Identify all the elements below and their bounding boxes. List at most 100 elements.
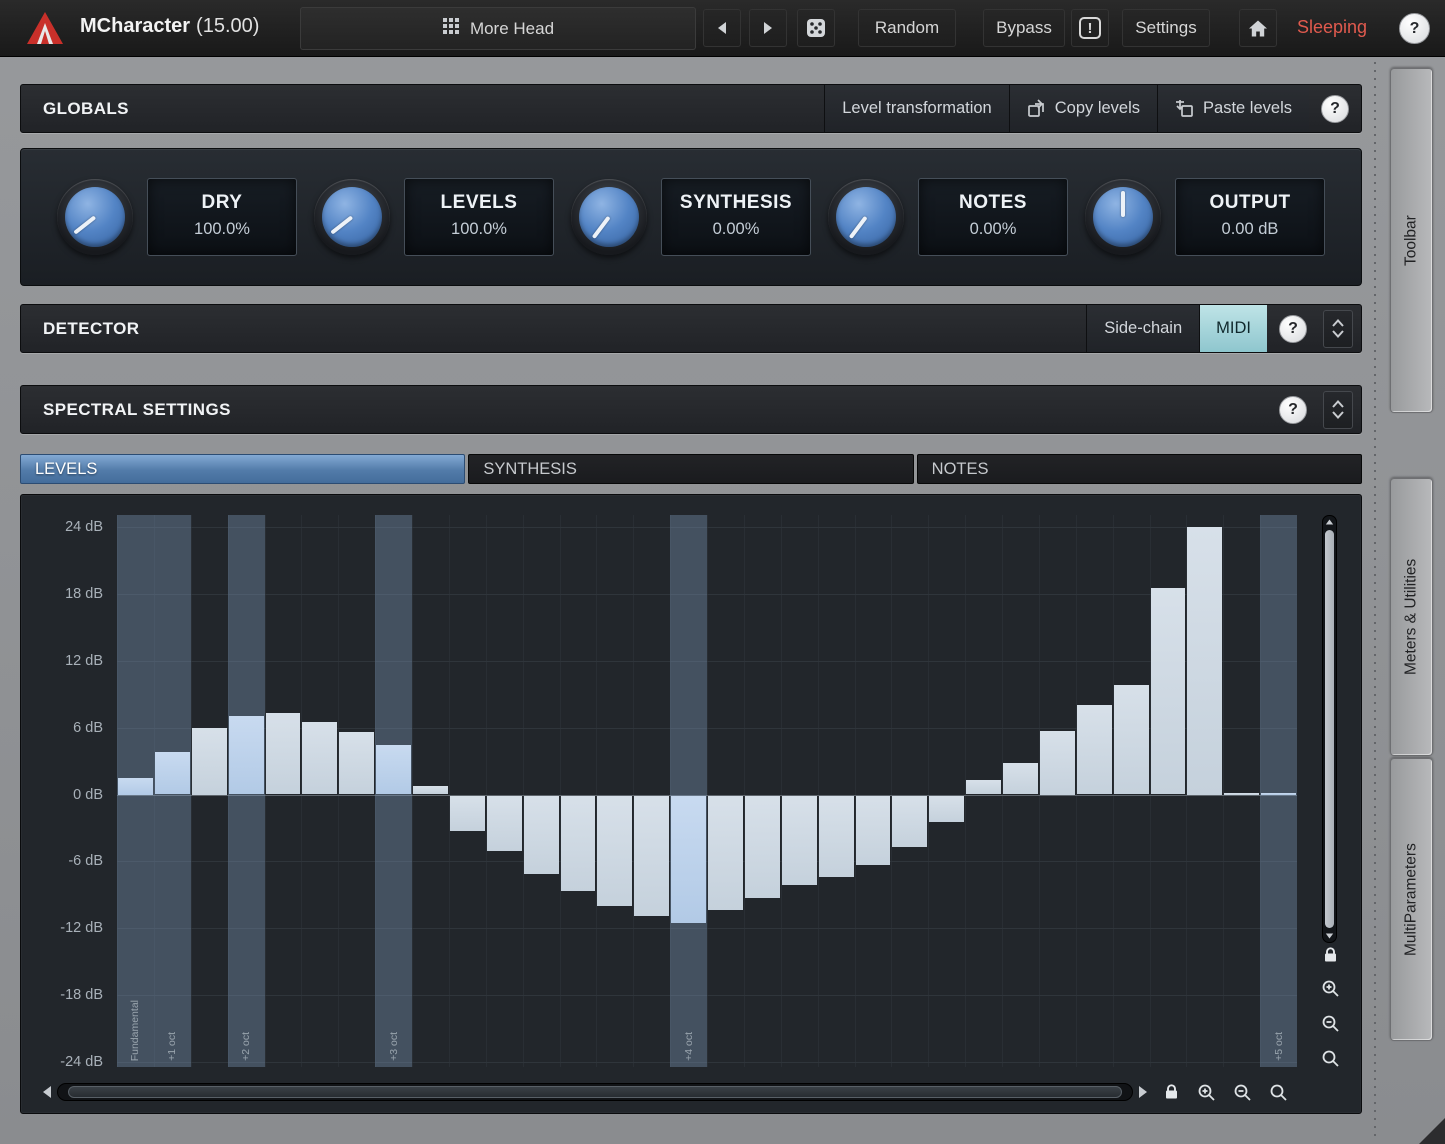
y-lock-icon[interactable]: [1322, 947, 1339, 963]
harmonic-level-bar[interactable]: [929, 796, 964, 823]
value-screen[interactable]: SYNTHESIS 0.00%: [661, 178, 811, 256]
value-screen[interactable]: DRY 100.0%: [147, 178, 297, 256]
y-zoom-out-icon[interactable]: [1321, 1014, 1340, 1033]
harmonic-level-bar[interactable]: [1261, 793, 1296, 795]
chevron-down-icon: [1331, 330, 1345, 338]
level-transformation-button[interactable]: Level transformation: [824, 85, 1009, 132]
harmonic-level-bar[interactable]: [229, 716, 264, 794]
random-button[interactable]: Random: [858, 9, 956, 47]
y-tick-label: 24 dB: [23, 519, 103, 535]
midi-button[interactable]: MIDI: [1199, 305, 1267, 352]
tab-levels[interactable]: LEVELS: [20, 454, 465, 484]
knob[interactable]: [1085, 179, 1161, 255]
detector-collapse-button[interactable]: [1323, 310, 1353, 348]
harmonic-level-bar[interactable]: [892, 796, 927, 847]
harmonic-level-bar[interactable]: [634, 796, 669, 916]
side-chain-button[interactable]: Side-chain: [1086, 305, 1199, 352]
harmonic-level-bar[interactable]: [413, 786, 448, 795]
harmonic-level-bar[interactable]: [450, 796, 485, 832]
bypass-button[interactable]: Bypass: [983, 9, 1065, 47]
grid-line-v: [781, 515, 782, 1067]
grid-line-h: [117, 594, 1297, 595]
harmonic-level-bar[interactable]: [192, 728, 227, 795]
harmonic-level-bar[interactable]: [376, 745, 411, 794]
detector-help-button[interactable]: ?: [1279, 315, 1307, 343]
vertical-scrollbar[interactable]: [1322, 515, 1337, 943]
randomize-dice-button[interactable]: [797, 9, 835, 47]
x-lock-icon[interactable]: [1163, 1084, 1180, 1100]
arrow-left-icon: [715, 20, 729, 36]
y-zoom-reset-icon[interactable]: [1321, 1049, 1340, 1068]
harmonic-level-bar[interactable]: [782, 796, 817, 885]
harmonic-level-bar[interactable]: [819, 796, 854, 877]
x-zoom-in-icon[interactable]: [1197, 1083, 1216, 1102]
harmonic-level-bar[interactable]: [1187, 527, 1222, 795]
sidebar-multiparameters-button[interactable]: MultiParameters: [1390, 758, 1433, 1041]
spectral-collapse-button[interactable]: [1323, 391, 1353, 429]
sleeping-status[interactable]: Sleeping: [1297, 17, 1367, 38]
scroll-right-icon[interactable]: [1137, 1084, 1149, 1100]
knob[interactable]: [314, 179, 390, 255]
y-tick-label: 0 dB: [23, 787, 103, 803]
harmonic-level-bar[interactable]: [745, 796, 780, 899]
previous-preset-button[interactable]: [703, 9, 741, 47]
scroll-left-icon[interactable]: [41, 1084, 53, 1100]
harmonic-level-bar[interactable]: [1077, 705, 1112, 794]
x-zoom-out-icon[interactable]: [1233, 1083, 1252, 1102]
harmonic-level-bar[interactable]: [1040, 731, 1075, 795]
knob-pointer: [330, 215, 353, 234]
horizontal-scrollbar[interactable]: [57, 1083, 1133, 1101]
value-screen[interactable]: OUTPUT 0.00 dB: [1175, 178, 1325, 256]
y-tick-label: -12 dB: [23, 920, 103, 936]
tab-notes[interactable]: NOTES: [917, 454, 1362, 484]
harmonic-level-bar[interactable]: [671, 796, 706, 923]
harmonic-level-bar[interactable]: [266, 713, 301, 794]
harmonic-level-bar[interactable]: [155, 752, 190, 794]
copy-levels-button[interactable]: Copy levels: [1009, 85, 1157, 132]
knob[interactable]: [57, 179, 133, 255]
tab-synthesis[interactable]: SYNTHESIS: [468, 454, 913, 484]
help-button[interactable]: ?: [1399, 13, 1430, 44]
knob[interactable]: [828, 179, 904, 255]
plot-area[interactable]: Fundamental+1 oct+2 oct+3 oct+4 oct+5 oc…: [117, 515, 1297, 1067]
resize-handle[interactable]: [1419, 1118, 1445, 1144]
octave-stripe: +4 oct: [670, 515, 707, 1067]
sidebar-toolbar-button[interactable]: Toolbar: [1390, 68, 1433, 413]
harmonic-level-bar[interactable]: [118, 778, 153, 795]
spectral-tabs: LEVELS SYNTHESIS NOTES: [20, 454, 1362, 484]
grid-line-v: [633, 515, 634, 1067]
grid-line-h: [117, 861, 1297, 862]
harmonic-level-bar[interactable]: [597, 796, 632, 906]
harmonic-level-bar[interactable]: [1224, 793, 1259, 795]
settings-button[interactable]: Settings: [1122, 9, 1210, 47]
harmonic-level-bar[interactable]: [1151, 588, 1186, 794]
harmonic-level-bar[interactable]: [339, 732, 374, 794]
harmonic-level-bar[interactable]: [302, 722, 337, 794]
harmonic-level-bar[interactable]: [524, 796, 559, 874]
title-bar: MCharacter(15.00) More Head: [0, 0, 1445, 57]
harmonic-level-bar[interactable]: [1003, 763, 1038, 794]
warning-button[interactable]: !: [1071, 9, 1109, 47]
paste-levels-button[interactable]: Paste levels: [1157, 85, 1309, 132]
globals-help-button[interactable]: ?: [1321, 95, 1349, 123]
harmonic-level-bar[interactable]: [1114, 685, 1149, 794]
harmonic-level-bar[interactable]: [487, 796, 522, 852]
knob-label: LEVELS: [405, 192, 553, 214]
value-screen[interactable]: LEVELS 100.0%: [404, 178, 554, 256]
preset-selector-button[interactable]: More Head: [300, 7, 696, 50]
next-preset-button[interactable]: [749, 9, 787, 47]
y-zoom-in-icon[interactable]: [1321, 979, 1340, 998]
x-zoom-reset-icon[interactable]: [1269, 1083, 1288, 1102]
value-screen[interactable]: NOTES 0.00%: [918, 178, 1068, 256]
harmonic-level-bar[interactable]: [561, 796, 596, 892]
horizontal-scroll-thumb[interactable]: [68, 1086, 1122, 1098]
knob[interactable]: [571, 179, 647, 255]
sidebar-meters-utilities-button[interactable]: Meters & Utilities: [1390, 478, 1433, 756]
octave-stripe: +5 oct: [1260, 515, 1297, 1067]
spectral-help-button[interactable]: ?: [1279, 396, 1307, 424]
vertical-scroll-thumb[interactable]: [1325, 530, 1334, 928]
harmonic-level-bar[interactable]: [708, 796, 743, 911]
harmonic-level-bar[interactable]: [856, 796, 891, 865]
harmonic-level-bar[interactable]: [966, 780, 1001, 794]
home-button[interactable]: [1239, 9, 1277, 47]
